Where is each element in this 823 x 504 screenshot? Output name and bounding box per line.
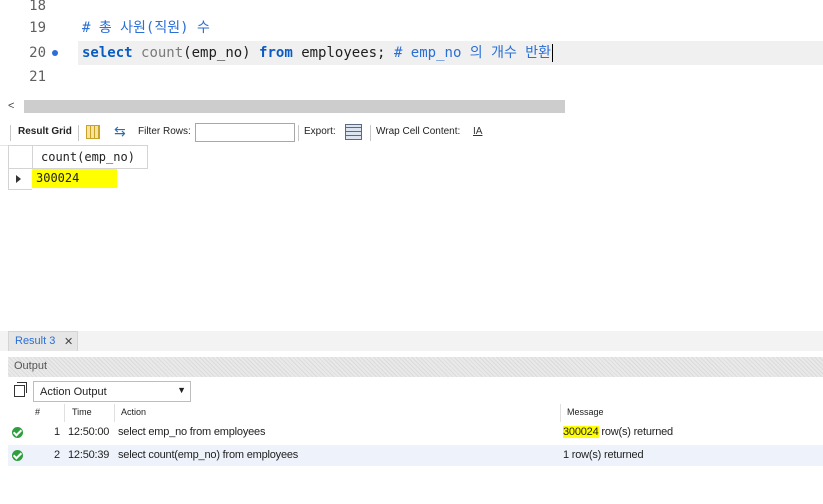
success-check-icon <box>12 427 23 438</box>
chevron-down-icon: ▼ <box>177 385 186 395</box>
row-time: 12:50:39 <box>68 449 110 461</box>
function-name: count <box>141 45 184 61</box>
table-row[interactable]: 2 12:50:39 select count(emp_no) from emp… <box>8 445 823 466</box>
row-time: 12:50:00 <box>68 426 110 438</box>
tab-result-3[interactable]: Result 3 ✕ <box>8 331 78 351</box>
code-comment: # emp_no 의 개수 반환 <box>393 45 552 61</box>
result-grid[interactable]: count(emp_no) 300024 <box>8 145 823 330</box>
grid-cell[interactable]: 300024 <box>32 169 117 188</box>
filter-rows-input[interactable] <box>195 123 295 142</box>
row-message: 1 row(s) returned <box>563 449 644 461</box>
row-message: 300024 row(s) returned <box>563 426 673 438</box>
wrap-text-icon[interactable]: IA <box>473 126 482 137</box>
message-text: row(s) returned <box>598 426 673 438</box>
table-row[interactable]: 300024 <box>8 169 823 190</box>
row-number: 1 <box>54 426 60 438</box>
grid-layout-icon[interactable] <box>86 125 100 139</box>
toolbar-separator <box>10 125 11 141</box>
grid-corner <box>8 145 32 169</box>
scroll-left-icon[interactable]: < <box>8 100 14 112</box>
copy-icon[interactable] <box>14 382 27 397</box>
tab-label: Result 3 <box>15 335 56 347</box>
grid-header: count(emp_no) <box>8 145 823 169</box>
result-tabs: Result 3 ✕ <box>0 331 823 351</box>
line-number: 21 <box>29 69 46 85</box>
editor-line: 20 select count(emp_no) from employees; … <box>0 41 823 65</box>
result-toolbar: Result Grid ⇆ Filter Rows: Export: Wrap … <box>0 120 823 146</box>
toolbar-separator <box>370 125 371 141</box>
sql-editor[interactable]: 18 19 # 총 사원(직원) 수 20 select count(emp_n… <box>0 0 823 98</box>
toolbar-separator <box>298 125 299 141</box>
column-divider <box>114 404 115 422</box>
line-number: 20 <box>29 45 46 61</box>
message-count-highlight: 300024 <box>563 426 599 438</box>
editor-line: 21 <box>0 65 823 89</box>
column-divider <box>560 404 561 422</box>
code-statement: select count(emp_no) from employees; # e… <box>82 41 554 65</box>
code-comment: # 총 사원(직원) 수 <box>82 20 210 36</box>
select-value: Action Output <box>40 386 107 398</box>
success-check-icon <box>12 450 23 461</box>
function-args: (emp_no) <box>183 45 251 61</box>
column-header-time: Time <box>72 407 92 417</box>
column-header-message: Message <box>567 407 604 417</box>
filter-rows-label: Filter Rows: <box>138 126 191 137</box>
column-divider <box>64 404 65 422</box>
output-type-select[interactable]: Action Output ▼ <box>33 381 191 402</box>
toolbar-separator <box>78 125 79 141</box>
row-action: select count(emp_no) from employees <box>118 449 299 461</box>
editor-horizontal-scrollbar[interactable]: < <box>0 98 823 115</box>
wrap-cell-label: Wrap Cell Content: <box>376 126 461 137</box>
output-table-header: # Time Action Message <box>8 404 823 422</box>
editor-line: 19 # 총 사원(직원) 수 <box>0 16 823 40</box>
column-header-num: # <box>35 407 41 417</box>
statement-marker-icon <box>52 50 58 56</box>
table-name: employees; <box>301 45 386 61</box>
output-table[interactable]: # Time Action Message 1 12:50:00 select … <box>8 404 823 504</box>
keyword-from: from <box>259 45 293 61</box>
result-grid-label[interactable]: Result Grid <box>18 126 72 137</box>
export-label: Export: <box>304 126 336 137</box>
output-toolbar: Action Output ▼ <box>8 380 823 404</box>
output-panel-header: Output <box>8 357 823 377</box>
row-number: 2 <box>54 449 60 461</box>
row-action: select emp_no from employees <box>118 426 266 438</box>
text-caret <box>552 44 554 62</box>
line-number: 19 <box>29 20 46 36</box>
message-text: row(s) returned <box>568 449 644 461</box>
close-icon[interactable]: ✕ <box>64 335 73 348</box>
column-header[interactable]: count(emp_no) <box>32 145 148 169</box>
refresh-icon[interactable]: ⇆ <box>114 123 126 140</box>
output-title: Output <box>14 360 48 372</box>
keyword-select: select <box>82 45 133 61</box>
scrollbar-thumb[interactable] <box>24 100 565 113</box>
column-header-action: Action <box>121 407 147 417</box>
table-row[interactable]: 1 12:50:00 select emp_no from employees … <box>8 422 823 443</box>
row-pointer-icon <box>8 169 32 190</box>
export-icon[interactable] <box>345 124 362 140</box>
